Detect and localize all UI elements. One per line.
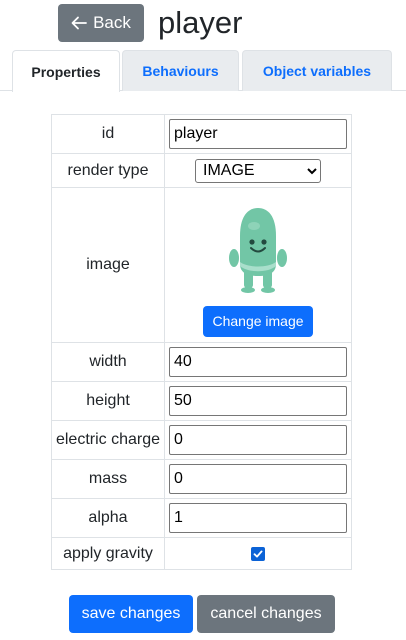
electric-charge-label: electric charge [51, 420, 165, 460]
render-type-cell: IMAGE [164, 153, 352, 188]
alpha-input[interactable] [169, 503, 347, 533]
property-row-apply-gravity: apply gravity [51, 537, 352, 570]
properties-table: id render type IMAGE image [51, 114, 352, 570]
alpha-label: alpha [51, 498, 165, 538]
image-cell: Change image [164, 187, 352, 343]
property-row-width: width [51, 342, 352, 382]
property-row-height: height [51, 381, 352, 421]
save-changes-button[interactable]: save changes [69, 595, 193, 633]
width-input[interactable] [169, 347, 347, 377]
apply-gravity-label: apply gravity [51, 537, 165, 570]
alpha-cell [164, 498, 352, 538]
apply-gravity-cell [164, 537, 352, 570]
render-type-label: render type [51, 153, 165, 188]
property-row-image: image Change image [51, 187, 352, 343]
property-row-alpha: alpha [51, 498, 352, 538]
mass-label: mass [51, 459, 165, 499]
page-title: player [158, 5, 243, 40]
check-icon [253, 550, 263, 557]
image-label: image [51, 187, 165, 343]
change-image-button[interactable]: Change image [203, 305, 313, 337]
property-row-mass: mass [51, 459, 352, 499]
apply-gravity-checkbox[interactable] [251, 546, 265, 561]
tab-label: Properties [31, 63, 101, 80]
back-button[interactable]: Back [58, 4, 144, 42]
action-bar: save changes cancel changes [0, 595, 406, 633]
tab-properties[interactable]: Properties [12, 50, 120, 92]
tab-object-variables[interactable]: Object variables [242, 50, 392, 91]
electric-charge-cell [164, 420, 352, 460]
electric-charge-input[interactable] [169, 425, 347, 455]
property-row-render-type: render type IMAGE [51, 153, 352, 188]
back-button-label: Back [93, 13, 131, 32]
player-sprite-image [229, 207, 287, 293]
tab-behaviours[interactable]: Behaviours [122, 50, 239, 91]
mass-cell [164, 459, 352, 499]
tab-label: Object variables [262, 63, 372, 79]
height-input[interactable] [169, 386, 347, 416]
height-cell [164, 381, 352, 421]
tab-label: Behaviours [142, 63, 219, 79]
mass-input[interactable] [169, 464, 347, 494]
apply-gravity-wrap [169, 546, 347, 561]
id-cell [164, 114, 352, 154]
id-label: id [51, 114, 165, 154]
property-row-id: id [51, 114, 352, 154]
height-label: height [51, 381, 165, 421]
property-row-electric-charge: electric charge [51, 420, 352, 460]
arrow-left-icon [71, 16, 87, 30]
width-label: width [51, 342, 165, 382]
id-input[interactable] [169, 119, 347, 149]
render-type-select[interactable]: IMAGE [195, 158, 321, 183]
width-cell [164, 342, 352, 382]
tab-bar: Properties Behaviours Object variables [0, 50, 406, 92]
cancel-changes-button[interactable]: cancel changes [197, 595, 335, 633]
header: Back player [0, 0, 406, 48]
